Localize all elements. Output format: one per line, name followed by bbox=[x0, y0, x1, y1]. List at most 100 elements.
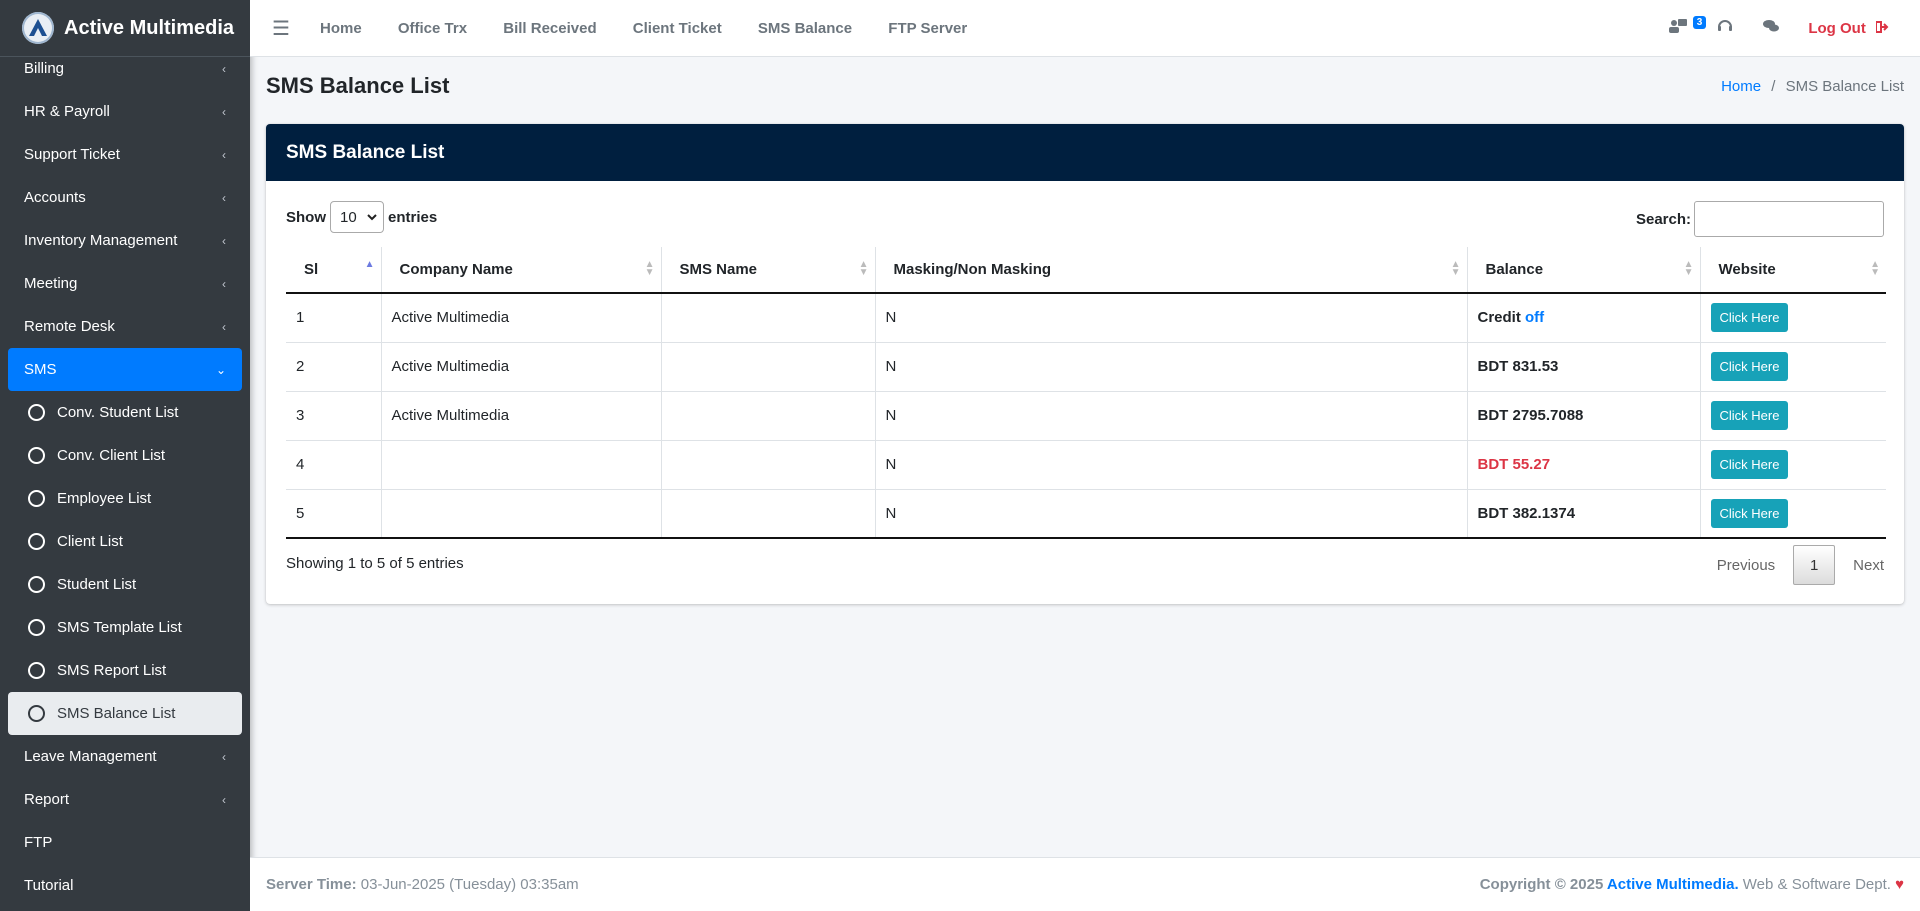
sidebar-item-leave-management[interactable]: Leave Management ‹ bbox=[8, 735, 242, 778]
nav-link-office-trx[interactable]: Office Trx bbox=[398, 20, 467, 37]
footer-dept: Web & Software Dept. bbox=[1738, 876, 1896, 893]
click-here-button[interactable]: Click Here bbox=[1710, 450, 1789, 479]
column-header-label: SMS Name bbox=[679, 261, 758, 278]
sidebar-item-label: Employee List bbox=[57, 490, 152, 507]
sidebar-item-billing[interactable]: Billing ‹ bbox=[8, 47, 242, 90]
footer: Server Time: 03-Jun-2025 (Tuesday) 03:35… bbox=[250, 857, 1920, 911]
sidebar-item-label: Client List bbox=[57, 533, 123, 550]
nav-link-client-ticket[interactable]: Client Ticket bbox=[633, 20, 722, 37]
table-info: Showing 1 to 5 of 5 entries bbox=[286, 555, 464, 572]
cell-company: Active Multimedia bbox=[381, 391, 662, 441]
cell-masking: N bbox=[875, 342, 1468, 392]
cell-sms-name bbox=[661, 391, 876, 441]
sidebar-subitem-sms-balance-list[interactable]: SMS Balance List bbox=[8, 692, 242, 735]
chevron-left-icon: ‹ bbox=[222, 190, 226, 205]
sidebar-item-support-ticket[interactable]: Support Ticket ‹ bbox=[8, 133, 242, 176]
table-row: 5 N BDT 382.1374 Click Here bbox=[286, 489, 1886, 539]
sort-icon: ▲ ▼ bbox=[858, 259, 869, 278]
column-header-website[interactable]: Website ▲ ▼ bbox=[1700, 247, 1886, 294]
pagination-next[interactable]: Next bbox=[1853, 557, 1884, 574]
sidebar-item-sms[interactable]: SMS ⌄ bbox=[8, 348, 242, 391]
sidebar-item-label: HR & Payroll bbox=[24, 103, 110, 120]
cell-masking: N bbox=[875, 489, 1468, 539]
logout-button[interactable]: Log Out bbox=[1808, 20, 1890, 37]
nav-link-bill-received[interactable]: Bill Received bbox=[503, 20, 596, 37]
sidebar-item-meeting[interactable]: Meeting ‹ bbox=[8, 262, 242, 305]
column-header-label: Sl bbox=[304, 261, 319, 278]
hamburger-menu-icon[interactable]: ☰ bbox=[272, 16, 296, 41]
click-here-button[interactable]: Click Here bbox=[1710, 498, 1789, 528]
column-header-sms-name[interactable]: SMS Name ▲ ▼ bbox=[661, 247, 876, 294]
column-header-masking[interactable]: Masking/Non Masking ▲ ▼ bbox=[875, 247, 1468, 294]
sidebar-item-ftp[interactable]: FTP bbox=[8, 821, 242, 864]
brand-logo-icon bbox=[22, 12, 54, 44]
sidebar-subitem-sms-template-list[interactable]: SMS Template List bbox=[8, 606, 242, 649]
sidebar-nav: Billing ‹ HR & Payroll ‹ Support Ticket ‹ A… bbox=[0, 47, 250, 907]
page-length-value: 10 bbox=[340, 208, 357, 226]
sidebar-item-label: Remote Desk bbox=[24, 318, 115, 335]
page-title: SMS Balance List bbox=[266, 73, 450, 98]
nav-link-sms-balance[interactable]: SMS Balance bbox=[758, 20, 852, 37]
cell-sms-name bbox=[661, 342, 876, 392]
sidebar-item-remote-desk[interactable]: Remote Desk ‹ bbox=[8, 305, 242, 348]
sidebar-item-label: SMS Balance List bbox=[57, 705, 176, 722]
column-header-label: Website bbox=[1718, 261, 1776, 278]
click-here-button[interactable]: Click Here bbox=[1710, 352, 1789, 381]
breadcrumb-home[interactable]: Home bbox=[1721, 78, 1761, 95]
cell-website: Click Here bbox=[1700, 440, 1886, 490]
column-header-company[interactable]: Company Name ▲ ▼ bbox=[381, 247, 662, 294]
sidebar-subitem-conv-client-list[interactable]: Conv. Client List bbox=[8, 434, 242, 477]
balance-credit-status: off bbox=[1525, 309, 1545, 327]
sort-icon: ▲ ▼ bbox=[644, 259, 655, 278]
sort-icon: ▲ ▼ bbox=[1870, 259, 1880, 278]
user-chat-icon[interactable]: 3 bbox=[1668, 16, 1707, 39]
cell-company: Active Multimedia bbox=[381, 293, 662, 343]
circle-icon bbox=[28, 705, 45, 722]
sidebar-item-label: Tutorial bbox=[24, 877, 74, 894]
entries-label: entries bbox=[388, 208, 438, 226]
sidebar-item-label: SMS Report List bbox=[57, 662, 167, 679]
column-header-balance[interactable]: Balance ▲ ▼ bbox=[1467, 247, 1701, 294]
breadcrumb-separator: / bbox=[1771, 78, 1776, 95]
sidebar-item-tutorial[interactable]: Tutorial bbox=[8, 864, 242, 907]
column-header-sl[interactable]: Sl ▲ bbox=[286, 247, 382, 294]
sidebar-item-hr-payroll[interactable]: HR & Payroll ‹ bbox=[8, 90, 242, 133]
sidebar-item-report[interactable]: Report ‹ bbox=[8, 778, 242, 821]
copyright-label: Copyright © 2025 bbox=[1479, 876, 1607, 893]
pagination-previous[interactable]: Previous bbox=[1717, 557, 1775, 574]
comments-icon[interactable] bbox=[1762, 18, 1780, 39]
copyright: Copyright © 2025 Active Multimedia. Web … bbox=[1480, 876, 1904, 893]
sidebar-item-label: Conv. Client List bbox=[57, 447, 166, 464]
pagination-page-1[interactable]: 1 bbox=[1793, 545, 1836, 585]
page-length-select[interactable]: 10 bbox=[330, 201, 384, 233]
nav-link-home[interactable]: Home bbox=[320, 20, 362, 37]
search-input[interactable] bbox=[1694, 201, 1884, 237]
server-time: Server Time: 03-Jun-2025 (Tuesday) 03:35… bbox=[266, 876, 579, 893]
balance-credit-label: Credit bbox=[1477, 309, 1526, 327]
sidebar-subitem-client-list[interactable]: Client List bbox=[8, 520, 242, 563]
breadcrumb: Home / SMS Balance List bbox=[1721, 78, 1904, 95]
footer-company-link[interactable]: Active Multimedia. bbox=[1607, 876, 1739, 893]
chevron-left-icon: ‹ bbox=[222, 319, 226, 334]
sidebar-subitem-employee-list[interactable]: Employee List bbox=[8, 477, 242, 520]
table-row: 2 Active Multimedia N BDT 831.53 Click H… bbox=[286, 342, 1886, 392]
sidebar-item-label: Support Ticket bbox=[24, 146, 120, 163]
chevron-left-icon: ‹ bbox=[222, 147, 226, 162]
sidebar-subitem-student-list[interactable]: Student List bbox=[8, 563, 242, 606]
sort-icon: ▲ ▼ bbox=[1683, 259, 1694, 278]
sign-out-icon bbox=[1875, 21, 1889, 33]
sidebar-subitem-sms-report-list[interactable]: SMS Report List bbox=[8, 649, 242, 692]
sidebar-item-inventory[interactable]: Inventory Management ‹ bbox=[8, 219, 242, 262]
sidebar-item-accounts[interactable]: Accounts ‹ bbox=[8, 176, 242, 219]
click-here-button[interactable]: Click Here bbox=[1710, 401, 1789, 430]
server-time-value: 03-Jun-2025 (Tuesday) 03:35am bbox=[356, 876, 579, 893]
click-here-button[interactable]: Click Here bbox=[1710, 303, 1789, 333]
sidebar-subitem-conv-student-list[interactable]: Conv. Student List bbox=[8, 391, 242, 434]
cell-masking: N bbox=[875, 391, 1468, 441]
nav-link-ftp-server[interactable]: FTP Server bbox=[888, 20, 967, 37]
sms-balance-card: SMS Balance List Show 10 entries Search: bbox=[266, 124, 1904, 604]
cell-website: Click Here bbox=[1700, 342, 1886, 392]
headset-icon[interactable] bbox=[1716, 18, 1734, 39]
table-controls: Show 10 entries Search: bbox=[266, 181, 1904, 247]
table-header-row: Sl ▲ Company Name ▲ ▼ SMS Name ▲ ▼ Masking/No… bbox=[286, 247, 1886, 294]
